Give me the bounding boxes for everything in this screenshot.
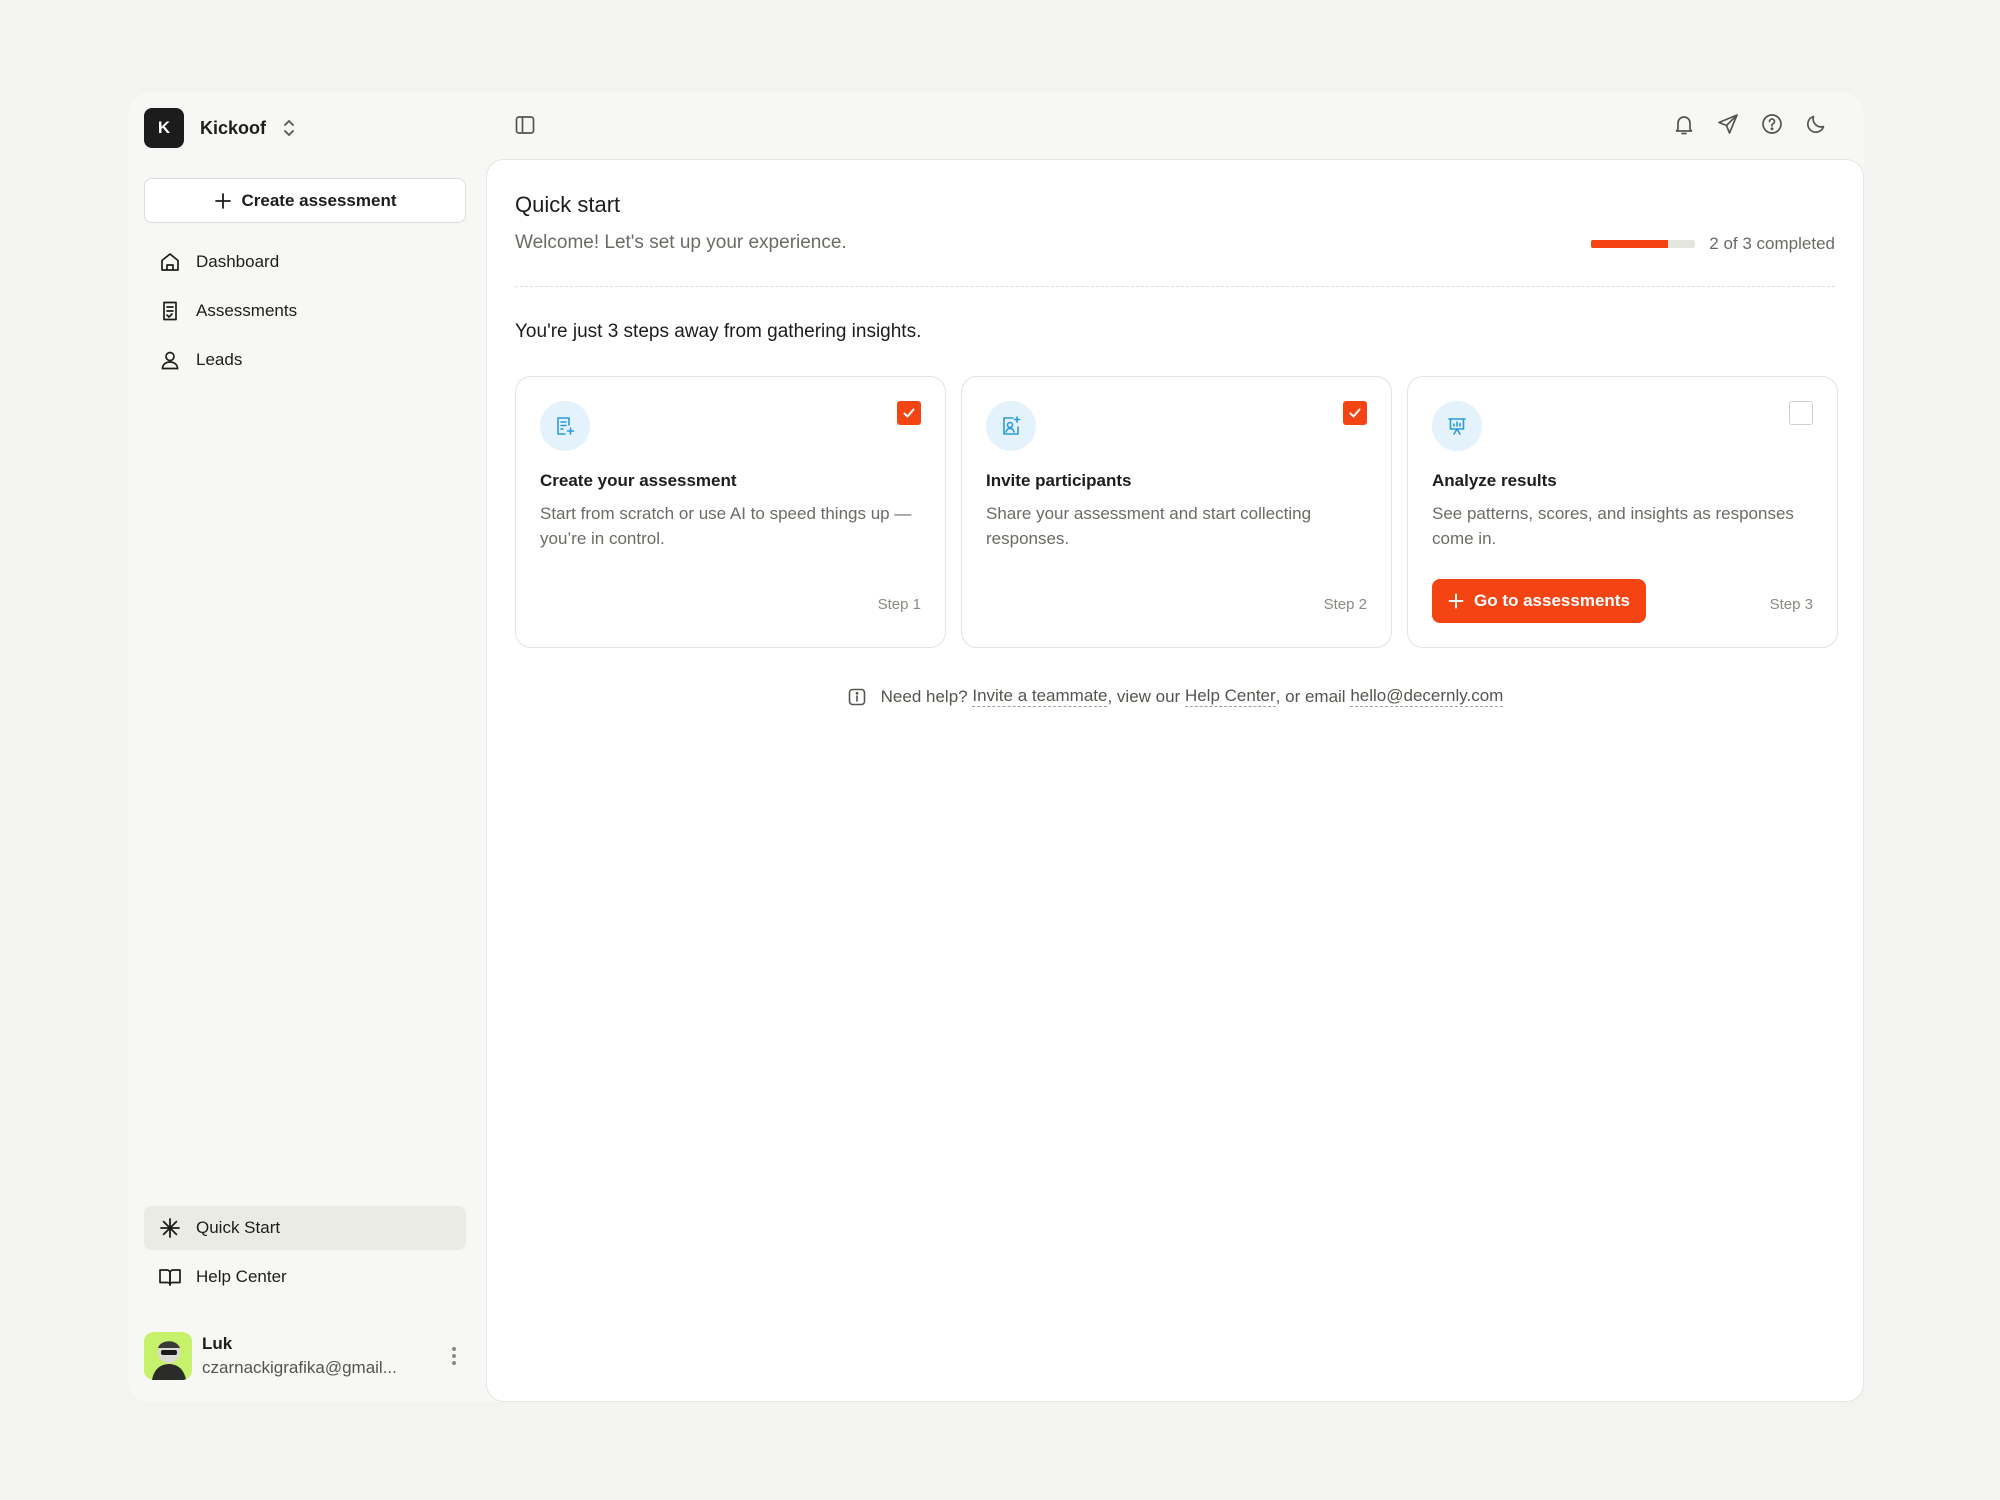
- step-number: Step 2: [1323, 596, 1367, 613]
- avatar: [144, 1332, 192, 1380]
- support-email-link[interactable]: hello@decernly.com: [1350, 686, 1504, 707]
- app-window: K Kickoof Create assessment Dashboard As…: [128, 92, 1864, 1402]
- help-text-mid1: , view our: [1107, 686, 1181, 706]
- user-profile[interactable]: Luk czarnackigrafika@gmail...: [144, 1330, 466, 1382]
- step-description: Start from scratch or use AI to speed th…: [540, 504, 912, 548]
- step-checkbox[interactable]: [1789, 401, 1813, 425]
- step-description: See patterns, scores, and insights as re…: [1432, 504, 1794, 548]
- bell-icon[interactable]: [1670, 110, 1698, 138]
- sidebar-item-label: Leads: [196, 350, 243, 369]
- user-email: czarnackigrafika@gmail...: [202, 1358, 397, 1377]
- check-icon: [903, 408, 915, 418]
- step-title: Analyze results: [1432, 471, 1557, 490]
- step-title: Invite participants: [986, 471, 1132, 490]
- progress-text: 2 of 3 completed: [1709, 234, 1835, 253]
- help-center-link[interactable]: Help Center: [1184, 686, 1276, 707]
- assessment-icon: [158, 299, 182, 323]
- page-subtitle: Welcome! Let's set up your experience.: [515, 232, 847, 253]
- step-card-invite: Invite participants Share your assessmen…: [961, 376, 1392, 648]
- check-icon: [1349, 408, 1361, 418]
- progress-bar-fill: [1591, 240, 1669, 248]
- step-checkbox[interactable]: [897, 401, 921, 425]
- sidebar-item-label: Dashboard: [196, 252, 280, 271]
- help-text-mid2: , or email: [1275, 686, 1346, 706]
- sidebar-item-assessments[interactable]: Assessments: [144, 289, 466, 333]
- sidebar-item-label: Assessments: [196, 301, 298, 320]
- step-number: Step 1: [877, 596, 921, 613]
- step-description: Share your assessment and start collecti…: [986, 504, 1312, 548]
- invite-teammate-link[interactable]: Invite a teammate: [972, 686, 1108, 707]
- step-cards: Create your assessment Start from scratc…: [515, 376, 1838, 648]
- asterisk-icon: [158, 1216, 182, 1240]
- topbar-actions: [1654, 110, 1830, 138]
- divider: [515, 286, 1835, 287]
- chevron-up-down-icon[interactable]: [280, 117, 298, 139]
- home-icon: [158, 250, 182, 274]
- plus-icon: [1448, 593, 1464, 609]
- go-to-assessments-button[interactable]: Go to assessments: [1432, 579, 1646, 623]
- secondary-nav: Quick Start Help Center: [144, 1206, 466, 1304]
- create-assessment-label: Create assessment: [241, 190, 397, 210]
- step-card-analyze: Analyze results See patterns, scores, an…: [1407, 376, 1838, 648]
- moon-icon[interactable]: [1802, 110, 1830, 138]
- quick-start-panel: Quick start Welcome! Let's set up your e…: [486, 159, 1864, 1402]
- sidebar-item-label: Quick Start: [196, 1218, 281, 1237]
- steps-headline: You're just 3 steps away from gathering …: [515, 321, 922, 342]
- sidebar-toggle-icon[interactable]: [512, 112, 538, 138]
- invite-user-icon: [986, 401, 1036, 451]
- workspace-name: Kickoof: [200, 117, 267, 138]
- document-edit-icon: [540, 401, 590, 451]
- help-icon[interactable]: [1758, 110, 1786, 138]
- create-assessment-button[interactable]: Create assessment: [144, 178, 466, 223]
- step-number: Step 3: [1769, 596, 1813, 613]
- sidebar: K Kickoof Create assessment Dashboard As…: [128, 92, 488, 1402]
- progress-bar: [1591, 240, 1696, 248]
- help-prefix: Need help?: [880, 686, 968, 706]
- more-vertical-icon[interactable]: [442, 1336, 466, 1376]
- book-icon: [158, 1265, 182, 1289]
- plus-icon: [214, 192, 231, 209]
- sidebar-item-dashboard[interactable]: Dashboard: [144, 240, 466, 284]
- sidebar-item-label: Help Center: [196, 1267, 287, 1286]
- progress-indicator: 2 of 3 completed: [1591, 234, 1835, 254]
- main-nav: Dashboard Assessments Leads: [144, 240, 466, 387]
- go-to-assessments-label: Go to assessments: [1474, 591, 1630, 610]
- user-icon: [158, 348, 182, 372]
- step-title: Create your assessment: [540, 471, 737, 490]
- sidebar-item-quick-start[interactable]: Quick Start: [144, 1206, 466, 1250]
- sidebar-item-help-center[interactable]: Help Center: [144, 1255, 466, 1299]
- step-card-create: Create your assessment Start from scratc…: [515, 376, 946, 648]
- help-footer: Need help? Invite a teammate, view our H…: [487, 686, 1863, 707]
- sidebar-item-leads[interactable]: Leads: [144, 338, 466, 382]
- user-name: Luk: [202, 1334, 233, 1353]
- info-icon: [847, 687, 867, 707]
- send-icon[interactable]: [1714, 110, 1742, 138]
- presentation-chart-icon: [1432, 401, 1482, 451]
- workspace-logo: K: [144, 108, 184, 148]
- step-checkbox[interactable]: [1343, 401, 1367, 425]
- user-info: Luk czarnackigrafika@gmail...: [202, 1334, 442, 1378]
- workspace-switcher[interactable]: K Kickoof: [144, 108, 298, 148]
- page-title: Quick start: [515, 192, 621, 217]
